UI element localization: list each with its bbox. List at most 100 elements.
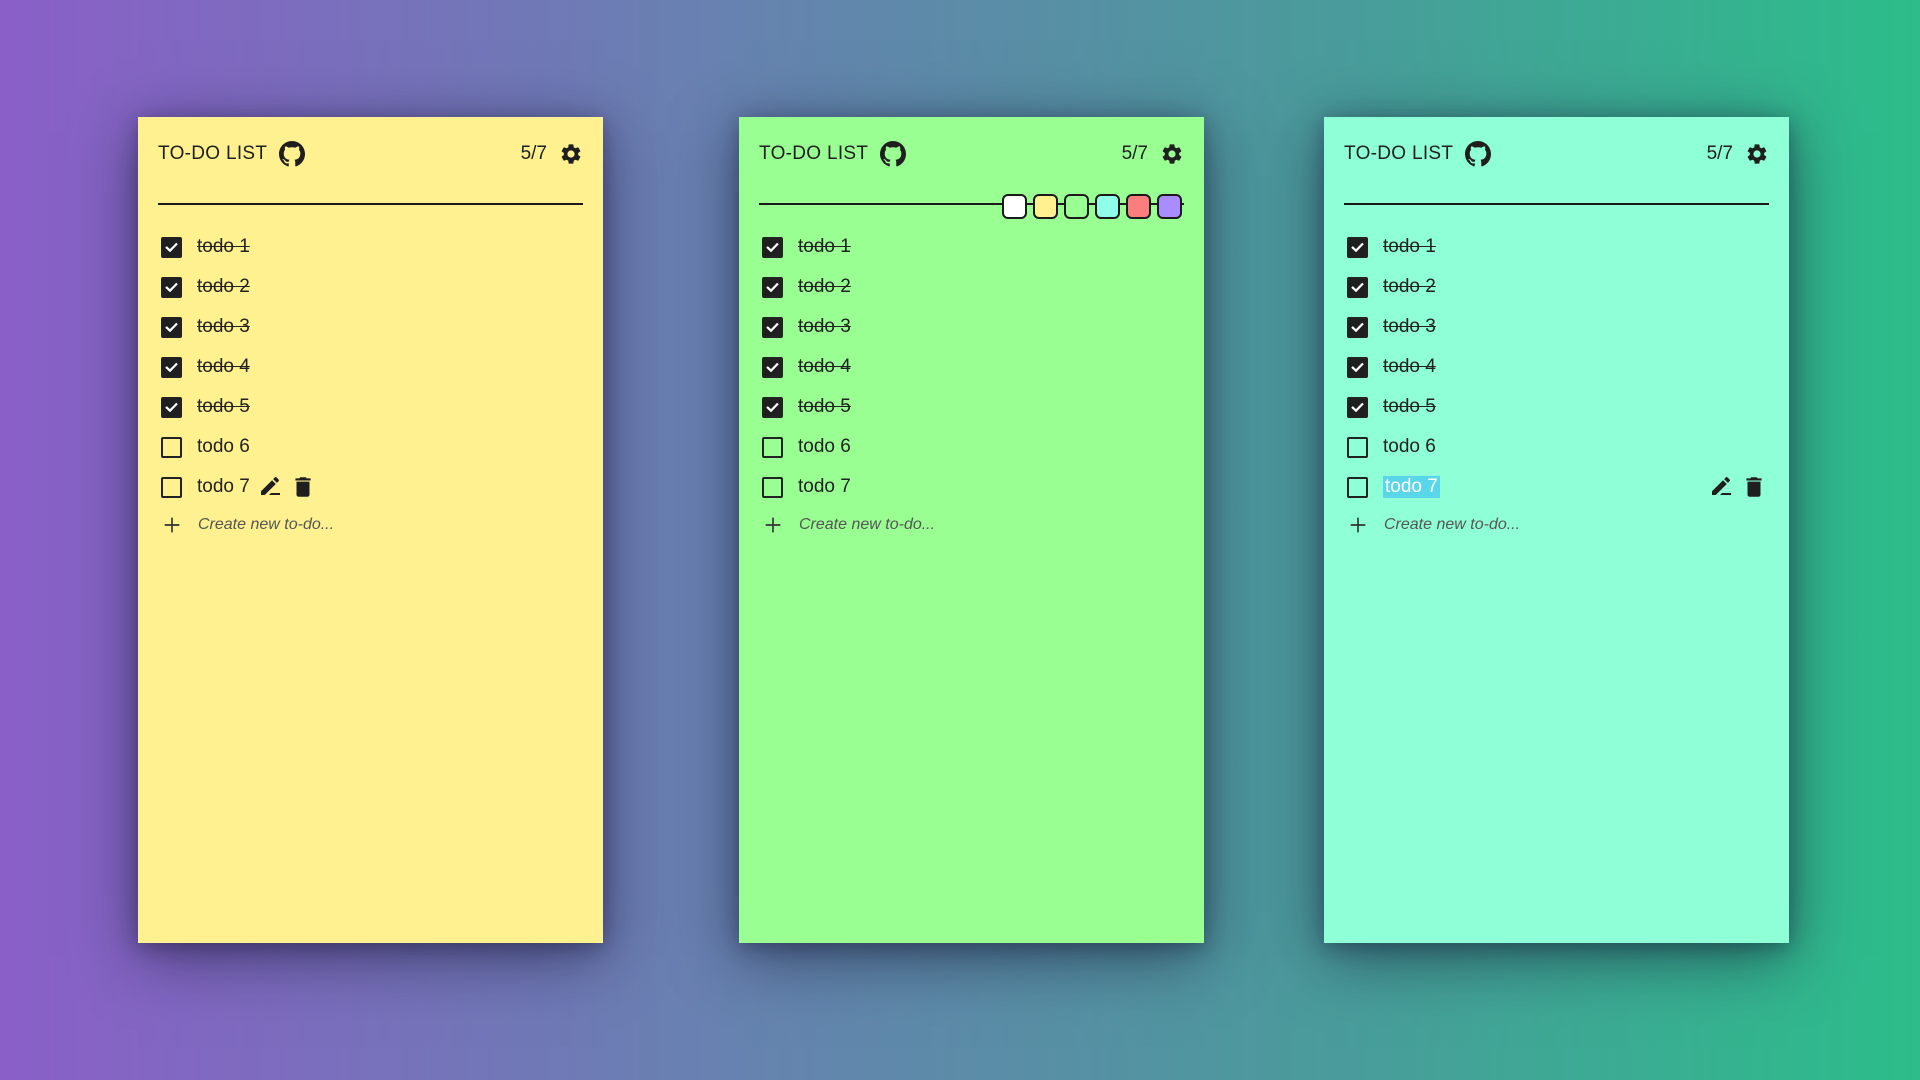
- check-icon: [1350, 240, 1365, 255]
- todo-text[interactable]: todo 5: [197, 396, 250, 418]
- todo-panel-mint: TO-DO LIST 5/7 todo 1 todo 2 todo 3 todo…: [1324, 117, 1789, 943]
- plus-icon[interactable]: [1347, 514, 1369, 536]
- todo-text[interactable]: todo 3: [197, 316, 250, 338]
- todo-checkbox[interactable]: [762, 236, 783, 258]
- github-icon[interactable]: [1465, 141, 1491, 167]
- todo-text[interactable]: todo 2: [798, 276, 851, 298]
- todo-item: todo 2: [1344, 267, 1769, 307]
- todo-checkbox[interactable]: [1347, 316, 1368, 338]
- todo-checkbox[interactable]: [1347, 356, 1368, 378]
- swatch-cyan[interactable]: [1095, 194, 1120, 219]
- todo-item: todo 1: [759, 227, 1184, 267]
- todo-text[interactable]: todo 5: [1383, 396, 1436, 418]
- todo-item: todo 4: [158, 347, 583, 387]
- todo-text[interactable]: todo 4: [1383, 356, 1436, 378]
- github-icon[interactable]: [880, 141, 906, 167]
- todo-actions: [258, 474, 316, 500]
- todo-text-editing[interactable]: todo 7: [1383, 476, 1440, 498]
- check-icon: [164, 280, 179, 295]
- todo-checkbox[interactable]: [762, 316, 783, 338]
- todo-list: todo 1 todo 2 todo 3 todo 4 todo 5 todo …: [759, 227, 1184, 507]
- create-todo-input[interactable]: Create new to-do...: [799, 516, 935, 534]
- create-todo-row[interactable]: Create new to-do...: [1344, 507, 1769, 543]
- header-right: 5/7: [1707, 142, 1769, 166]
- todo-text[interactable]: todo 2: [1383, 276, 1436, 298]
- check-icon: [1350, 400, 1365, 415]
- todo-checkbox[interactable]: [161, 236, 182, 258]
- todo-checkbox[interactable]: [161, 316, 182, 338]
- todo-checkbox[interactable]: [161, 396, 182, 418]
- todo-text[interactable]: todo 5: [798, 396, 851, 418]
- todo-item: todo 2: [158, 267, 583, 307]
- todo-checkbox[interactable]: [1347, 436, 1368, 458]
- todo-panel-yellow: TO-DO LIST 5/7 todo 1 todo 2 todo 3 todo…: [138, 117, 603, 943]
- todo-text[interactable]: todo 7: [798, 476, 851, 498]
- check-icon: [765, 280, 780, 295]
- todo-item: todo 2: [759, 267, 1184, 307]
- todo-text[interactable]: todo 1: [197, 236, 250, 258]
- todo-text[interactable]: todo 3: [798, 316, 851, 338]
- todo-text[interactable]: todo 6: [1383, 436, 1436, 458]
- todo-checkbox[interactable]: [1347, 476, 1368, 498]
- todo-checkbox[interactable]: [161, 436, 182, 458]
- todo-checkbox[interactable]: [161, 356, 182, 378]
- todo-text[interactable]: todo 1: [1383, 236, 1436, 258]
- create-todo-row[interactable]: Create new to-do...: [158, 507, 583, 543]
- todo-text[interactable]: todo 7: [197, 476, 250, 498]
- swatch-white[interactable]: [1002, 194, 1027, 219]
- gear-icon[interactable]: [559, 142, 583, 166]
- todo-item: todo 6: [1344, 427, 1769, 467]
- check-icon: [765, 360, 780, 375]
- create-todo-input[interactable]: Create new to-do...: [1384, 516, 1520, 534]
- todo-item: todo 6: [158, 427, 583, 467]
- check-icon: [164, 320, 179, 335]
- todo-item: todo 4: [1344, 347, 1769, 387]
- swatch-purple[interactable]: [1157, 194, 1182, 219]
- todo-checkbox[interactable]: [762, 356, 783, 378]
- create-todo-input[interactable]: Create new to-do...: [198, 516, 334, 534]
- todo-item: todo 5: [759, 387, 1184, 427]
- header-right: 5/7: [1122, 142, 1184, 166]
- todo-text[interactable]: todo 1: [798, 236, 851, 258]
- panel-title: TO-DO LIST: [158, 143, 268, 164]
- check-icon: [1350, 320, 1365, 335]
- swatch-green[interactable]: [1064, 194, 1089, 219]
- todo-item: todo 1: [1344, 227, 1769, 267]
- plus-icon[interactable]: [161, 514, 183, 536]
- todo-text[interactable]: todo 2: [197, 276, 250, 298]
- trash-icon[interactable]: [1741, 474, 1767, 500]
- todo-text[interactable]: todo 6: [197, 436, 250, 458]
- todo-item: todo 4: [759, 347, 1184, 387]
- edit-icon[interactable]: [1709, 474, 1735, 500]
- github-icon[interactable]: [279, 141, 305, 167]
- todo-checkbox[interactable]: [762, 476, 783, 498]
- todo-item: todo 3: [158, 307, 583, 347]
- swatch-red[interactable]: [1126, 194, 1151, 219]
- panel-header: TO-DO LIST 5/7: [759, 135, 1184, 219]
- todo-checkbox[interactable]: [161, 476, 182, 498]
- todo-text[interactable]: todo 3: [1383, 316, 1436, 338]
- todo-checkbox[interactable]: [1347, 396, 1368, 418]
- swatch-yellow[interactable]: [1033, 194, 1058, 219]
- edit-icon[interactable]: [258, 474, 284, 500]
- todo-text[interactable]: todo 6: [798, 436, 851, 458]
- gear-icon[interactable]: [1745, 142, 1769, 166]
- color-picker: [1002, 194, 1182, 219]
- todo-checkbox[interactable]: [161, 276, 182, 298]
- todo-item: todo 7: [158, 467, 583, 507]
- trash-icon[interactable]: [290, 474, 316, 500]
- gear-icon[interactable]: [1160, 142, 1184, 166]
- todo-text[interactable]: todo 4: [197, 356, 250, 378]
- check-icon: [1350, 280, 1365, 295]
- todo-checkbox[interactable]: [762, 276, 783, 298]
- todo-item: todo 6: [759, 427, 1184, 467]
- check-icon: [164, 400, 179, 415]
- create-todo-row[interactable]: Create new to-do...: [759, 507, 1184, 543]
- todo-checkbox[interactable]: [762, 436, 783, 458]
- todo-checkbox[interactable]: [1347, 236, 1368, 258]
- todo-checkbox[interactable]: [762, 396, 783, 418]
- todo-text[interactable]: todo 4: [798, 356, 851, 378]
- todo-checkbox[interactable]: [1347, 276, 1368, 298]
- todo-item: todo 5: [1344, 387, 1769, 427]
- plus-icon[interactable]: [762, 514, 784, 536]
